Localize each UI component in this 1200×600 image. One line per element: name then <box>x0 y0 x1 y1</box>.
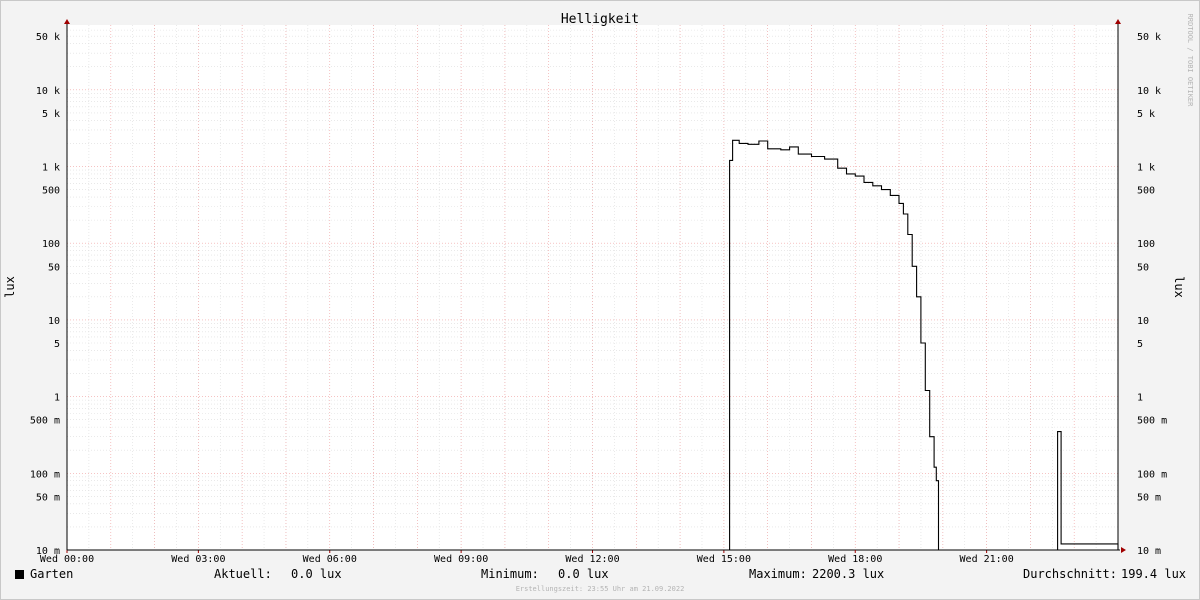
y-tick-label-left: 500 <box>42 186 60 197</box>
x-tick-label: Wed 06:00 <box>303 554 357 565</box>
y-tick-label-left: 10 <box>48 316 60 327</box>
y-tick-label-right: 10 <box>1137 316 1149 327</box>
y-tick-label-right: 50 m <box>1137 492 1161 503</box>
chart-title: Helligkeit <box>561 12 639 27</box>
stat-maximum-label: Maximum: <box>749 567 807 581</box>
watermark: RRDTOOL / TOBI OETIKER <box>1186 14 1194 108</box>
x-tick-label: Wed 09:00 <box>434 554 488 565</box>
y-tick-label-left: 5 k <box>42 109 60 120</box>
y-tick-label-right: 500 m <box>1137 416 1167 427</box>
y-tick-label-left: 50 <box>48 262 60 273</box>
x-tick-label: Wed 12:00 <box>565 554 619 565</box>
y-tick-label-left: 50 m <box>36 492 60 503</box>
chart: 50 k 50 k 10 k 10 k 5 k 5 k 1 k 1 k 500 500 100 100… <box>3 12 1194 565</box>
y-tick-label-right: 500 <box>1137 186 1155 197</box>
footer-timestamp: Erstellungszeit: 23:55 Uhr am 21.09.2022 <box>515 585 685 593</box>
x-tick-label: Wed 15:00 <box>697 554 751 565</box>
stat-maximum-value: 2200.3 lux <box>812 567 885 581</box>
y-tick-label-right: 5 k <box>1137 109 1155 120</box>
legend-swatch-garten <box>15 570 24 579</box>
x-tick-label: Wed 18:00 <box>828 554 882 565</box>
stat-durchschnitt-label: Durchschnitt: <box>1023 567 1117 581</box>
y-tick-label-left: 1 <box>54 393 60 404</box>
y-tick-label-right: 5 <box>1137 339 1143 350</box>
legend-series-name: Garten <box>30 567 74 581</box>
stat-aktuell-value: 0.0 lux <box>291 567 342 581</box>
y-tick-label-right: 10 k <box>1137 86 1161 97</box>
stat-minimum-label: Minimum: <box>481 567 539 581</box>
y-tick-label-right: 50 <box>1137 262 1149 273</box>
y-tick-label-left: 5 <box>54 339 60 350</box>
y-axis-label-left: lux <box>3 276 17 298</box>
y-tick-label-left: 1 k <box>42 163 60 174</box>
y-tick-label-right: 100 m <box>1137 469 1167 480</box>
y-tick-label-right: 1 k <box>1137 163 1155 174</box>
x-tick-label: Wed 00:00 <box>40 554 94 565</box>
y-tick-label-left: 100 m <box>30 469 60 480</box>
y-tick-label-left: 10 k <box>36 86 60 97</box>
stat-durchschnitt-value: 199.4 lux <box>1121 567 1187 581</box>
x-tick-label: Wed 03:00 <box>171 554 225 565</box>
x-tick-label: Wed 21:00 <box>960 554 1014 565</box>
y-axis-arrow-left <box>64 19 70 24</box>
y-tick-label-right: 100 <box>1137 239 1155 250</box>
y-tick-label-right: 50 k <box>1137 32 1161 43</box>
stat-aktuell-label: Aktuell: <box>214 567 272 581</box>
y-axis-label-right: lux <box>1172 276 1186 298</box>
y-tick-label-right: 10 m <box>1137 546 1161 557</box>
y-tick-label-left: 500 m <box>30 416 60 427</box>
y-axis-arrow-right <box>1115 19 1121 24</box>
y-tick-label-left: 100 <box>42 239 60 250</box>
x-axis-arrow <box>1121 547 1126 553</box>
y-tick-label-right: 1 <box>1137 393 1143 404</box>
y-tick-label-left: 50 k <box>36 32 60 43</box>
stat-minimum-value: 0.0 lux <box>558 567 609 581</box>
